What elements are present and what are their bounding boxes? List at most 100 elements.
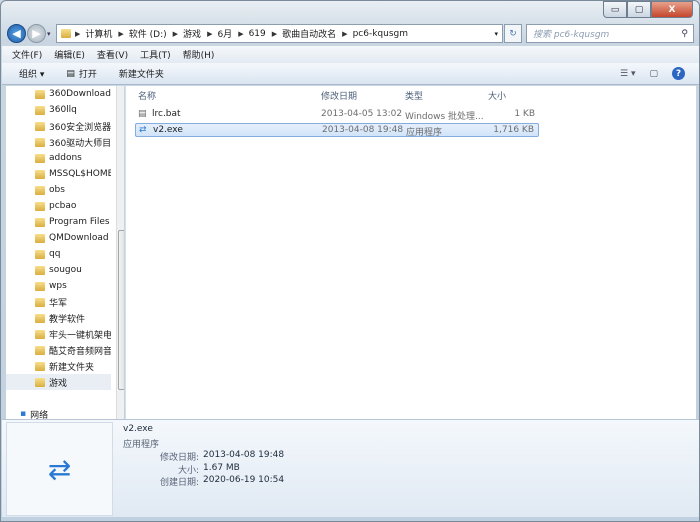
sidebar-item[interactable]: 360Downloads	[6, 86, 111, 102]
scrollbar-thumb[interactable]	[118, 230, 124, 390]
file-date: 2013-04-08 19:48	[322, 125, 404, 135]
menu-bar: 文件(F) 编辑(E) 查看(V) 工具(T) 帮助(H)	[2, 46, 699, 63]
file-list: 名称 修改日期 类型 大小 ▤ lrc.bat 2013-04-05 13:02…	[125, 86, 696, 419]
details-pane: ⇄ v2.exe 应用程序 修改日期: 2013-04-08 19:48 大小:…	[2, 419, 699, 517]
folder-icon	[35, 121, 45, 131]
sidebar-item-label: 网络	[30, 410, 49, 420]
breadcrumb-drive[interactable]: 软件 (D:)	[129, 27, 167, 40]
address-dropdown[interactable]: ▾	[494, 30, 498, 38]
sidebar-item[interactable]: addons	[6, 150, 111, 166]
breadcrumb-current[interactable]: pc6-kqusgm	[353, 29, 408, 39]
minimize-button[interactable]: ▭	[603, 1, 627, 18]
sidebar-item-label: 新建文件夹	[49, 362, 95, 373]
sidebar-scrollbar[interactable]	[116, 86, 124, 419]
sidebar-item[interactable]: 新建文件夹	[6, 358, 111, 374]
sidebar-item[interactable]: 360安全浏览器下	[6, 118, 111, 134]
column-header-name[interactable]: 名称	[138, 89, 156, 103]
sidebar-item-network[interactable]: ▪ 网络	[6, 406, 111, 419]
navigation-pane: 360Downloads 360llq 360安全浏览器下 360驱动大师目录 addo…	[6, 86, 124, 419]
exe-refresh-icon: ⇄	[6, 422, 113, 516]
sidebar-item-label: 360驱动大师目录	[49, 138, 111, 149]
refresh-button[interactable]: ↻	[504, 24, 522, 43]
folder-icon	[35, 297, 45, 307]
open-label: 打开	[78, 70, 97, 80]
command-bar: 组织 ▾ ▤ 打开 新建文件夹 ☰ ▾ ▢ ?	[2, 63, 699, 85]
sidebar-item[interactable]: 教学软件	[6, 310, 111, 326]
search-placeholder: 搜索 pc6-kqusgm	[533, 30, 610, 40]
new-folder-button[interactable]: 新建文件夹	[119, 67, 164, 80]
file-name: lrc.bat	[152, 109, 181, 119]
sidebar-item[interactable]: 酷艾奇音频网音效	[6, 342, 111, 358]
sidebar-item[interactable]: wps	[6, 278, 111, 294]
menu-edit[interactable]: 编辑(E)	[54, 48, 85, 61]
column-header-date[interactable]: 修改日期	[321, 89, 357, 103]
sidebar-item[interactable]: qq	[6, 246, 111, 262]
details-modified-label: 修改日期:	[159, 453, 199, 463]
sidebar-item[interactable]: pcbao	[6, 198, 111, 214]
recent-pages-dropdown[interactable]: ▾	[47, 30, 51, 38]
search-input[interactable]: 搜索 pc6-kqusgm ⚲	[526, 24, 694, 43]
column-header-type[interactable]: 类型	[405, 89, 423, 103]
folder-icon	[35, 233, 45, 243]
network-icon: ▪	[20, 409, 27, 419]
maximize-button[interactable]: ▢	[627, 1, 651, 18]
sidebar-item-label: 牢头一键机架电音	[49, 330, 111, 341]
sidebar-item-label: qq	[49, 249, 61, 259]
sidebar-item-label: sougou	[49, 265, 82, 275]
sidebar-item[interactable]: MSSQL$HOME	[6, 166, 111, 182]
sidebar-item-label: 酷艾奇音频网音效	[49, 346, 111, 357]
column-header-size[interactable]: 大小	[488, 89, 506, 103]
details-created-label: 创建日期:	[159, 478, 199, 488]
open-button[interactable]: ▤ 打开	[66, 67, 97, 81]
details-created: 2020-06-19 10:54	[203, 475, 285, 485]
view-options-icon[interactable]: ☰ ▾	[620, 69, 635, 79]
folder-icon	[35, 361, 45, 371]
folder-icon	[35, 153, 45, 163]
breadcrumb-games[interactable]: 游戏	[183, 27, 201, 40]
sidebar-item[interactable]: 360驱动大师目录	[6, 134, 111, 150]
back-button[interactable]: ◀	[7, 24, 26, 43]
help-icon[interactable]: ?	[672, 67, 685, 80]
file-date: 2013-04-05 13:02	[321, 109, 403, 119]
sidebar-item[interactable]: Program Files (	[6, 214, 111, 230]
folder-icon	[35, 265, 45, 275]
address-bar[interactable]: ▶ 计算机 ▶ 软件 (D:) ▶ 游戏 ▶ 6月 ▶ 619 ▶ 歌曲自动改名 ▶ pc6-…	[56, 24, 503, 43]
organize-button[interactable]: 组织 ▾	[19, 67, 44, 80]
breadcrumb-619[interactable]: 619	[249, 29, 266, 39]
breadcrumb-june[interactable]: 6月	[217, 27, 232, 40]
menu-tools[interactable]: 工具(T)	[140, 48, 171, 61]
breadcrumb-rename[interactable]: 歌曲自动改名	[282, 27, 336, 40]
exe-refresh-icon: ⇄	[139, 125, 147, 135]
sidebar-item-label: 教学软件	[49, 314, 86, 325]
open-icon: ▤	[66, 68, 75, 79]
sidebar-item-label: 360Downloads	[49, 89, 111, 99]
file-row-selected[interactable]: ⇄ v2.exe 2013-04-08 19:48 应用程序 1,716 KB	[135, 123, 539, 138]
details-file-name: v2.exe	[123, 424, 153, 434]
sidebar-item[interactable]: 360llq	[6, 102, 111, 118]
sidebar-item[interactable]: QMDownload	[6, 230, 111, 246]
sidebar-item[interactable]: obs	[6, 182, 111, 198]
forward-button[interactable]: ▶	[27, 24, 46, 43]
folder-icon	[35, 185, 45, 195]
folder-icon	[35, 169, 45, 179]
close-button[interactable]: X	[651, 1, 693, 18]
sidebar-item[interactable]: 华军	[6, 294, 111, 310]
search-icon[interactable]: ⚲	[681, 29, 688, 39]
menu-file[interactable]: 文件(F)	[12, 48, 42, 61]
folder-icon	[61, 29, 71, 38]
sidebar-item[interactable]: 游戏	[6, 374, 111, 390]
sidebar-item[interactable]: 牢头一键机架电音	[6, 326, 111, 342]
sidebar-item[interactable]: sougou	[6, 262, 111, 278]
file-size: 1,716 KB	[493, 125, 534, 135]
file-name: v2.exe	[153, 125, 183, 135]
menu-help[interactable]: 帮助(H)	[183, 48, 215, 61]
sidebar-item-label: addons	[49, 153, 82, 163]
file-row[interactable]: ▤ lrc.bat 2013-04-05 13:02 Windows 批处理..…	[135, 108, 539, 122]
menu-view[interactable]: 查看(V)	[97, 48, 128, 61]
sidebar-item-label: 360llq	[49, 105, 77, 115]
batch-file-icon: ▤	[138, 109, 147, 119]
preview-pane-icon[interactable]: ▢	[649, 69, 658, 79]
sidebar-item-label: MSSQL$HOME	[49, 169, 111, 179]
folder-icon	[35, 105, 45, 115]
breadcrumb-computer[interactable]: 计算机	[85, 27, 112, 40]
